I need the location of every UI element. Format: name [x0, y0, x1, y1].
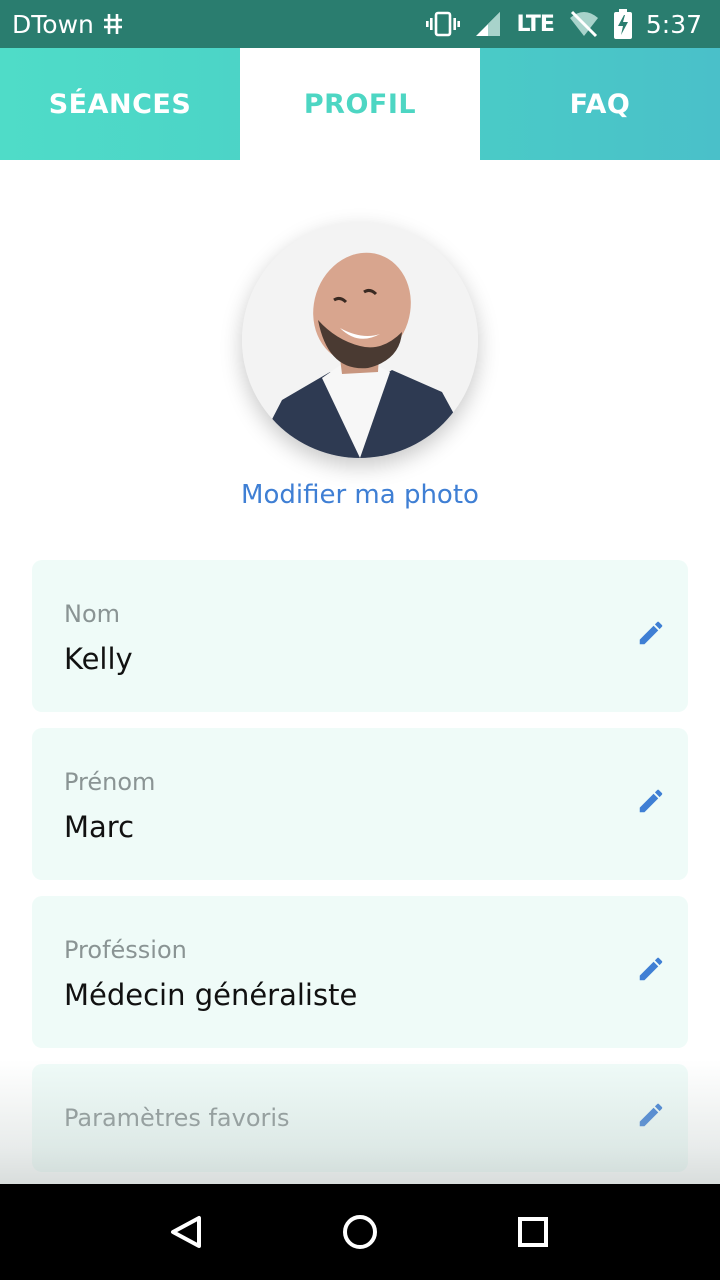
recents-square-icon[interactable] — [503, 1202, 563, 1262]
signal-icon — [474, 10, 502, 38]
field-card-favorite-settings[interactable]: Paramètres favoris — [32, 1064, 688, 1172]
avatar-photo — [242, 222, 478, 458]
system-nav-bar — [0, 1184, 720, 1280]
modify-photo-link[interactable]: Modifier ma photo — [0, 480, 720, 510]
hotspot-icon — [102, 12, 124, 36]
field-label: Prénom — [64, 768, 156, 796]
tab-faq[interactable]: FAQ — [480, 48, 720, 160]
avatar[interactable] — [242, 222, 478, 458]
field-value: Marc — [64, 810, 135, 844]
field-label: Paramètres favoris — [64, 1104, 290, 1132]
network-type: LTE — [516, 11, 554, 37]
status-right: LTE 5:37 — [426, 9, 702, 39]
field-label: Proféssion — [64, 936, 187, 964]
field-card-nom[interactable]: Nom Kelly — [32, 560, 688, 712]
tab-bar: SÉANCES PROFIL FAQ — [0, 48, 720, 160]
pencil-icon[interactable] — [634, 1098, 668, 1132]
status-bar: DTown LTE 5:37 — [0, 0, 720, 48]
home-circle-icon[interactable] — [330, 1202, 390, 1262]
pencil-icon[interactable] — [634, 784, 668, 818]
carrier-name: DTown — [12, 9, 94, 39]
pencil-icon[interactable] — [634, 952, 668, 986]
field-card-profession[interactable]: Proféssion Médecin généraliste — [32, 896, 688, 1048]
status-left: DTown — [12, 10, 124, 39]
field-value: Médecin généraliste — [64, 978, 358, 1012]
tab-profil[interactable]: PROFIL — [240, 48, 480, 160]
vibrate-icon — [426, 11, 461, 37]
field-label: Nom — [64, 600, 121, 628]
tab-seances[interactable]: SÉANCES — [0, 48, 240, 160]
field-card-prenom[interactable]: Prénom Marc — [32, 728, 688, 880]
wifi-off-icon — [568, 10, 600, 38]
pencil-icon[interactable] — [634, 616, 668, 650]
battery-charging-icon — [613, 9, 632, 39]
clock: 5:37 — [645, 9, 702, 39]
back-triangle-icon[interactable] — [157, 1202, 217, 1262]
field-value: Kelly — [64, 642, 133, 676]
